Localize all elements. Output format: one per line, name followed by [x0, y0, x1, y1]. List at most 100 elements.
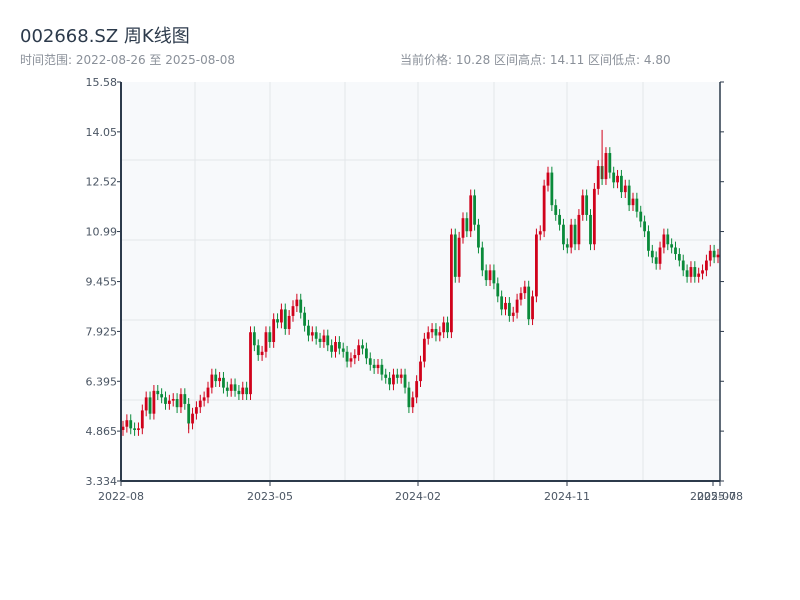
- candle-body: [554, 205, 558, 215]
- candle-body: [283, 309, 287, 329]
- candle-body: [708, 250, 712, 261]
- y-tick-label: 6.395: [86, 375, 118, 388]
- candle-body: [171, 399, 175, 401]
- candle-body: [299, 299, 303, 313]
- candle-body: [519, 293, 523, 300]
- candle-body: [156, 390, 160, 395]
- candle-body: [689, 267, 693, 277]
- candle-body: [310, 332, 314, 336]
- candle-body: [434, 328, 438, 336]
- candle-body: [426, 332, 430, 339]
- candle-body: [160, 394, 164, 398]
- candle-body: [241, 387, 245, 395]
- candle-body: [712, 250, 716, 258]
- candle-body: [222, 377, 225, 388]
- candle-body: [357, 345, 361, 356]
- candle-body: [604, 153, 608, 180]
- candle-body: [542, 185, 546, 232]
- candle-body: [562, 224, 565, 245]
- candle-body: [237, 390, 241, 395]
- candle-body: [372, 364, 376, 369]
- candle-body: [249, 332, 252, 395]
- candle-body: [492, 270, 496, 284]
- candle-body: [681, 260, 685, 271]
- candle-body: [295, 299, 299, 307]
- candle-body: [608, 153, 612, 173]
- candle-body: [457, 237, 461, 277]
- candle-body: [596, 166, 600, 189]
- candle-body: [268, 332, 272, 343]
- candle-body: [677, 254, 681, 261]
- candle-body: [453, 234, 457, 277]
- candle-body: [202, 397, 206, 401]
- candle-body: [129, 420, 133, 429]
- candle-body: [245, 387, 249, 395]
- candle-body: [546, 172, 550, 186]
- candle-body: [550, 172, 554, 206]
- candle-body: [565, 244, 569, 248]
- candle-body: [341, 348, 345, 352]
- candle-body: [446, 322, 449, 333]
- candle-body: [442, 322, 446, 333]
- candle-body: [376, 364, 380, 369]
- candle-body: [191, 413, 194, 424]
- candlestick-chart: 15.58 14.05 12.52 10.99 9.455 7.925 6.395 4.865…: [86, 76, 743, 503]
- x-tick-label: 2022-08: [98, 490, 144, 503]
- candle-body: [198, 400, 202, 408]
- candle-body: [500, 296, 504, 310]
- candle-body: [318, 338, 322, 343]
- candle-body: [225, 387, 229, 391]
- candle-body: [697, 273, 701, 277]
- candle-body: [140, 410, 144, 429]
- candle-body: [693, 267, 697, 277]
- candle-body: [164, 397, 167, 404]
- candle-body: [229, 384, 233, 391]
- candle-body: [233, 384, 237, 391]
- candle-body: [388, 377, 391, 385]
- candle-body: [716, 254, 720, 258]
- candle-body: [256, 345, 260, 356]
- candle-body: [430, 328, 434, 333]
- candle-body: [187, 403, 191, 424]
- candle-body: [392, 374, 395, 385]
- candle-body: [276, 319, 279, 323]
- candle-body: [643, 221, 646, 232]
- candle-body: [623, 185, 627, 193]
- candle-body: [322, 335, 326, 343]
- candle-body: [272, 319, 276, 343]
- candle-body: [137, 428, 140, 430]
- candle-body: [121, 426, 125, 430]
- candle-body: [662, 234, 666, 248]
- candle-body: [218, 377, 221, 382]
- y-tick-label: 10.99: [86, 226, 118, 239]
- candle-body: [558, 214, 561, 225]
- candle-body: [353, 355, 357, 359]
- candle-body: [631, 198, 635, 206]
- candle-body: [334, 342, 337, 352]
- x-tick-label: 2024-02: [395, 490, 441, 503]
- candle-body: [647, 231, 650, 251]
- candle-body: [450, 234, 453, 333]
- candle-body: [337, 342, 341, 349]
- candle-body: [152, 390, 156, 414]
- candle-body: [480, 247, 484, 271]
- candle-body: [535, 234, 538, 297]
- candle-body: [407, 387, 411, 408]
- candle-body: [260, 351, 264, 356]
- candle-body: [627, 185, 631, 206]
- candle-body: [291, 306, 295, 316]
- candle-body: [658, 247, 662, 264]
- candle-body: [488, 270, 492, 281]
- candle-body: [461, 218, 465, 238]
- candle-body: [280, 309, 283, 323]
- candle-body: [307, 325, 310, 336]
- x-tick-label: 2023-05: [247, 490, 293, 503]
- candle-body: [538, 231, 542, 235]
- candle-body: [465, 218, 469, 232]
- candle-body: [639, 211, 643, 222]
- candle-body: [380, 364, 384, 375]
- candle-body: [125, 420, 129, 427]
- candle-body: [515, 299, 519, 313]
- candle-body: [581, 195, 585, 215]
- candle-body: [654, 257, 658, 264]
